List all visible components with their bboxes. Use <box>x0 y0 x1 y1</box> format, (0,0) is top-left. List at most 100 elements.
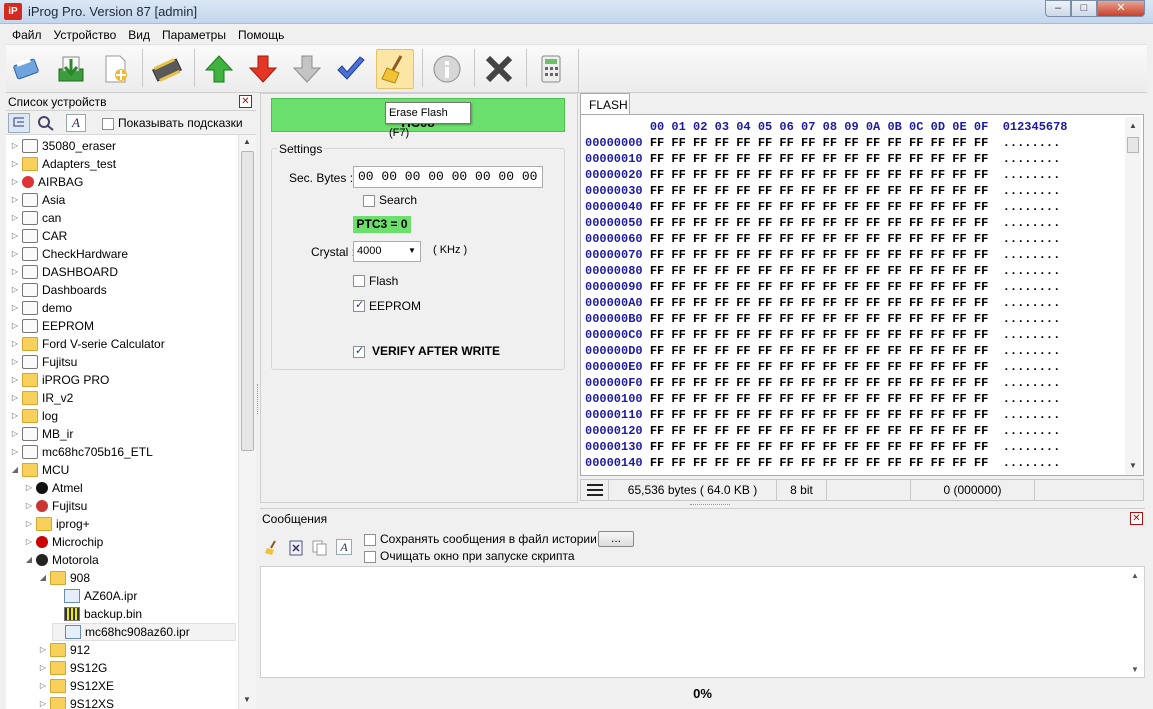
collapsed-arrow-icon[interactable]: ▷ <box>10 227 20 245</box>
tree-item[interactable]: ▷ 35080_eraser <box>10 137 116 155</box>
menu-settings[interactable]: Параметры <box>156 25 232 45</box>
collapsed-arrow-icon[interactable]: ▷ <box>10 425 20 443</box>
search-checkbox[interactable] <box>363 193 375 207</box>
tree-item[interactable]: ▷ 912 <box>38 641 90 659</box>
collapsed-arrow-icon[interactable]: ▷ <box>24 479 34 497</box>
tree-item[interactable]: ▷ Adapters_test <box>10 155 116 173</box>
hex-scroll-thumb[interactable] <box>1127 137 1139 153</box>
clear-messages-button[interactable] <box>264 540 280 559</box>
collapsed-arrow-icon[interactable]: ▷ <box>10 173 20 191</box>
save-button[interactable] <box>52 49 90 89</box>
open-button[interactable] <box>8 49 46 89</box>
tree-item[interactable]: backup.bin <box>52 605 142 623</box>
collapsed-arrow-icon[interactable]: ▷ <box>24 533 34 551</box>
collapsed-arrow-icon[interactable]: ▷ <box>24 497 34 515</box>
close-button[interactable]: ✕ <box>1097 0 1145 17</box>
collapsed-arrow-icon[interactable]: ▷ <box>38 695 48 709</box>
hex-row[interactable]: 00000140 FF FF FF FF FF FF FF FF FF FF F… <box>585 455 1060 471</box>
hex-row[interactable]: 00000000 FF FF FF FF FF FF FF FF FF FF F… <box>585 135 1060 151</box>
hex-row[interactable]: 00000100 FF FF FF FF FF FF FF FF FF FF F… <box>585 391 1060 407</box>
messages-log[interactable]: ▲ ▼ <box>260 566 1145 678</box>
collapsed-arrow-icon[interactable]: ▷ <box>10 371 20 389</box>
hex-row[interactable]: 00000050 FF FF FF FF FF FF FF FF FF FF F… <box>585 215 1060 231</box>
collapsed-arrow-icon[interactable]: ▷ <box>10 209 20 227</box>
tree-item[interactable]: ▷ log <box>10 407 58 425</box>
hex-row[interactable]: 00000130 FF FF FF FF FF FF FF FF FF FF F… <box>585 439 1060 455</box>
hex-menu-button[interactable] <box>581 480 609 500</box>
calculator-button[interactable] <box>532 49 570 89</box>
expanded-arrow-icon[interactable]: ◢ <box>38 569 48 587</box>
hex-scrollbar[interactable]: ▲ ▼ <box>1125 117 1141 475</box>
tree-item[interactable]: ▷ IR_v2 <box>10 389 73 407</box>
hex-row[interactable]: 00000060 FF FF FF FF FF FF FF FF FF FF F… <box>585 231 1060 247</box>
sec-bytes-input[interactable]: 00 00 00 00 00 00 00 00 <box>353 166 543 188</box>
copy-messages-button[interactable] <box>312 540 328 559</box>
collapsed-arrow-icon[interactable]: ▷ <box>10 335 20 353</box>
hex-row[interactable]: 00000080 FF FF FF FF FF FF FF FF FF FF F… <box>585 263 1060 279</box>
log-scroll-down[interactable]: ▼ <box>1131 665 1139 674</box>
collapsed-arrow-icon[interactable]: ▷ <box>10 281 20 299</box>
tree-item[interactable]: ▷ CAR <box>10 227 67 245</box>
tree-item[interactable]: ▷ demo <box>10 299 72 317</box>
tree-item[interactable]: ▷ Fujitsu <box>10 353 77 371</box>
collapsed-arrow-icon[interactable]: ▷ <box>10 353 20 371</box>
show-hints-checkbox[interactable] <box>102 116 114 130</box>
hex-row[interactable]: 000000B0 FF FF FF FF FF FF FF FF FF FF F… <box>585 311 1060 327</box>
collapsed-arrow-icon[interactable]: ▷ <box>24 515 34 533</box>
hex-row[interactable]: 00000070 FF FF FF FF FF FF FF FF FF FF F… <box>585 247 1060 263</box>
hex-row[interactable]: 00000020 FF FF FF FF FF FF FF FF FF FF F… <box>585 167 1060 183</box>
tree-item[interactable]: ◢ MCU <box>10 461 69 479</box>
tree-item[interactable]: AZ60A.ipr <box>52 587 137 605</box>
log-scroll-up[interactable]: ▲ <box>1131 571 1139 580</box>
stop-button[interactable] <box>480 49 518 89</box>
device-tree-scroll-thumb[interactable] <box>241 151 254 451</box>
tree-view-button[interactable] <box>8 113 30 133</box>
tree-item[interactable]: ▷ AIRBAG <box>10 173 83 191</box>
menu-view[interactable]: Вид <box>122 25 156 45</box>
tab-flash[interactable]: FLASH <box>580 93 630 115</box>
tree-item[interactable]: ◢ Motorola <box>24 551 99 569</box>
collapsed-arrow-icon[interactable]: ▷ <box>38 641 48 659</box>
collapsed-arrow-icon[interactable]: ▷ <box>10 407 20 425</box>
collapsed-arrow-icon[interactable]: ▷ <box>10 389 20 407</box>
title-bar[interactable]: iP iProg Pro. Version 87 [admin] – □ ✕ <box>0 0 1153 24</box>
hex-row[interactable]: 000000A0 FF FF FF FF FF FF FF FF FF FF F… <box>585 295 1060 311</box>
tree-item[interactable]: ▷ EEPROM <box>10 317 94 335</box>
erase-flash-button[interactable] <box>376 49 414 89</box>
browse-button[interactable]: ... <box>598 531 634 547</box>
collapsed-arrow-icon[interactable]: ▷ <box>38 677 48 695</box>
collapsed-arrow-icon[interactable]: ▷ <box>10 317 20 335</box>
tree-item[interactable]: ▷ DASHBOARD <box>10 263 118 281</box>
hex-row[interactable]: 000000F0 FF FF FF FF FF FF FF FF FF FF F… <box>585 375 1060 391</box>
device-list-close-button[interactable]: ✕ <box>239 95 252 108</box>
hex-view[interactable]: 00 01 02 03 04 05 06 07 08 09 0A 0B 0C 0… <box>585 119 1125 471</box>
tree-item[interactable]: ◢ 908 <box>38 569 90 587</box>
text-view-icon[interactable]: A <box>66 114 86 132</box>
hex-row[interactable]: 00000040 FF FF FF FF FF FF FF FF FF FF F… <box>585 199 1060 215</box>
tree-item[interactable]: ▷ can <box>10 209 61 227</box>
save-history-checkbox[interactable] <box>364 532 376 546</box>
device-tree-scrollbar[interactable]: ▲ ▼ <box>238 135 256 709</box>
hex-row[interactable]: 00000030 FF FF FF FF FF FF FF FF FF FF F… <box>585 183 1060 199</box>
collapsed-arrow-icon[interactable]: ▷ <box>10 155 20 173</box>
collapsed-arrow-icon[interactable]: ▷ <box>10 191 20 209</box>
read-button[interactable] <box>200 49 238 89</box>
maximize-button[interactable]: □ <box>1071 0 1097 17</box>
collapsed-arrow-icon[interactable]: ▷ <box>10 137 20 155</box>
tree-item[interactable]: ▷ 9S12XE <box>38 677 114 695</box>
collapsed-arrow-icon[interactable]: ▷ <box>10 299 20 317</box>
tree-item[interactable]: ▷ 9S12XS <box>38 695 114 709</box>
messages-close-button[interactable]: ✕ <box>1130 512 1143 525</box>
collapsed-arrow-icon[interactable]: ▷ <box>38 659 48 677</box>
clear-on-start-checkbox[interactable] <box>364 549 376 563</box>
new-file-button[interactable] <box>96 49 134 89</box>
tree-item[interactable]: mc68hc908az60.ipr <box>52 623 236 641</box>
expanded-arrow-icon[interactable]: ◢ <box>10 461 20 479</box>
collapsed-arrow-icon[interactable]: ▷ <box>10 443 20 461</box>
hex-row[interactable]: 000000E0 FF FF FF FF FF FF FF FF FF FF F… <box>585 359 1060 375</box>
hex-row[interactable]: 000000C0 FF FF FF FF FF FF FF FF FF FF F… <box>585 327 1060 343</box>
collapsed-arrow-icon[interactable]: ▷ <box>10 245 20 263</box>
flash-checkbox[interactable] <box>353 273 365 287</box>
tree-item[interactable]: ▷ Fujitsu <box>24 497 87 515</box>
minimize-button[interactable]: – <box>1045 0 1071 17</box>
